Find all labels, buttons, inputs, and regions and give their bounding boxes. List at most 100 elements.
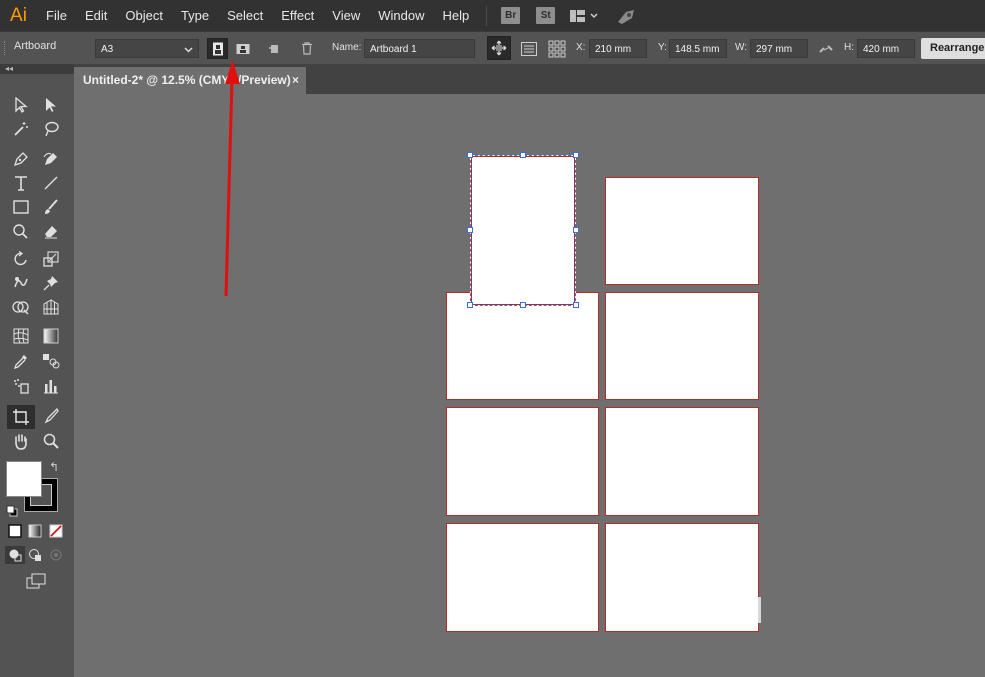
artboard[interactable] [605,523,759,632]
eyedropper-tool[interactable] [8,350,34,372]
type-tool[interactable] [8,172,34,194]
shape-builder-tool[interactable] [8,296,34,318]
rearrange-all-button[interactable]: Rearrange All [921,38,985,59]
eyedropper-icon [13,355,27,369]
resize-handle[interactable] [467,152,473,158]
artboard-tool[interactable] [7,405,35,429]
screen-mode-button[interactable] [23,570,49,592]
gradient-mode-button[interactable] [25,522,45,540]
bridge-button[interactable]: Br [501,7,521,24]
paintbrush-tool[interactable] [38,196,64,218]
workspace-switcher-icon[interactable] [569,9,599,23]
line-segment-tool[interactable] [38,172,64,194]
new-artboard-button[interactable] [263,38,284,59]
scale-tool[interactable] [38,248,64,270]
eraser-icon [45,226,57,239]
artboard[interactable] [605,177,759,285]
close-icon[interactable]: × [292,67,299,94]
resize-handle[interactable] [573,227,579,233]
gradient-tool[interactable] [38,325,64,347]
paintbrush-icon [45,199,58,214]
gpu-rocket-icon[interactable] [615,7,637,25]
control-bar: Artboard A3 Name: Artboard 1 X: 210 mm Y… [0,31,985,65]
pen-tool[interactable] [8,148,34,170]
landscape-orientation-button[interactable] [232,38,253,59]
constrain-proportions-button[interactable] [815,38,836,59]
menu-view[interactable]: View [323,0,369,31]
artboard-options-button[interactable] [518,38,539,59]
artboard[interactable] [605,292,759,400]
menu-help[interactable]: Help [433,0,478,31]
selected-artboard[interactable] [470,155,576,306]
slice-tool[interactable] [38,405,64,427]
symbol-sprayer-tool[interactable] [8,375,34,397]
default-fill-stroke-icon[interactable] [6,504,18,522]
reference-point-button[interactable] [546,38,567,59]
color-mode-button[interactable] [5,522,25,540]
resize-handle[interactable] [520,152,526,158]
shaper-tool[interactable] [8,220,34,242]
blend-icon [43,354,60,369]
menu-edit[interactable]: Edit [76,0,116,31]
y-position-input[interactable]: 148.5 mm [669,39,727,58]
artboard[interactable] [446,523,599,632]
document-tab[interactable]: Untitled-2* @ 12.5% (CMYK/Preview) × [74,67,306,94]
resize-handle[interactable] [467,227,473,233]
line-segment-icon [44,176,58,190]
rectangle-tool[interactable] [8,196,34,218]
artboard[interactable] [605,407,759,516]
hand-tool[interactable] [8,430,34,452]
preset-dropdown[interactable]: A3 [95,39,199,58]
menu-object[interactable]: Object [116,0,172,31]
resize-handle[interactable] [520,302,526,308]
draw-normal-icon [9,549,22,562]
portrait-orientation-button[interactable] [207,38,228,59]
rotate-tool[interactable] [8,248,34,270]
artboard[interactable] [446,407,599,516]
menu-type[interactable]: Type [172,0,218,31]
move-copy-artwork-button[interactable] [487,36,511,60]
link-icon [818,44,833,53]
mesh-tool[interactable] [8,325,34,347]
column-graph-tool[interactable] [38,375,64,397]
lasso-tool[interactable] [38,118,64,140]
menu-effect[interactable]: Effect [272,0,323,31]
resize-handle[interactable] [573,152,579,158]
height-input[interactable]: 420 mm [857,39,915,58]
curvature-pen-icon [43,152,57,165]
menu-file[interactable]: File [37,0,76,31]
magic-wand-tool[interactable] [8,118,34,140]
perspective-grid-tool[interactable] [38,296,64,318]
swap-fill-stroke-icon[interactable]: ↰ [49,460,59,474]
menu-select[interactable]: Select [218,0,272,31]
tool-name-label: Artboard [14,40,57,52]
direct-selection-tool[interactable] [38,94,64,116]
toolbar-collapse-button[interactable]: ◂◂ [0,64,74,74]
resize-handle[interactable] [573,302,579,308]
selection-tool[interactable] [8,94,34,116]
width-input[interactable]: 297 mm [750,39,808,58]
artboard[interactable] [446,292,599,400]
zoom-tool[interactable] [38,430,64,452]
panel-gripper[interactable] [4,41,7,55]
pushpin-icon [43,276,58,291]
draw-behind-button[interactable] [25,546,45,564]
puppet-warp-tool[interactable] [38,272,64,294]
resize-handle[interactable] [467,302,473,308]
artboard-name-input[interactable]: Artboard 1 [364,39,475,58]
eraser-tool[interactable] [38,220,64,242]
blend-tool[interactable] [38,350,64,372]
warp-tool[interactable] [8,272,34,294]
draw-inside-button[interactable] [46,546,66,564]
stock-button[interactable]: St [536,7,556,24]
draw-normal-button[interactable] [5,546,25,564]
canvas[interactable] [74,94,985,677]
lasso-icon [45,121,59,137]
none-mode-button[interactable] [46,522,66,540]
curvature-tool[interactable] [38,148,64,170]
reference-point-icon [548,40,565,57]
x-position-input[interactable]: 210 mm [589,39,647,58]
fill-swatch[interactable] [6,461,42,497]
menu-window[interactable]: Window [369,0,433,31]
delete-artboard-button[interactable] [296,38,317,59]
